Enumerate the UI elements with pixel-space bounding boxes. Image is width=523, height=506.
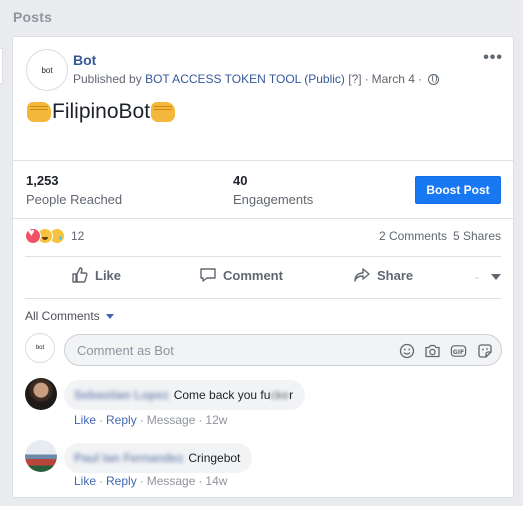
people-reached-label: People Reached bbox=[26, 192, 123, 207]
more-options-icon[interactable]: ••• bbox=[483, 49, 503, 67]
divider bbox=[13, 218, 513, 219]
help-link[interactable]: [?] bbox=[348, 72, 361, 86]
commenter-name[interactable]: Sebastian Lopez bbox=[74, 388, 169, 402]
comment-bubble: Paul Ian Fernandez Cringebot bbox=[64, 443, 253, 473]
share-arrow-icon bbox=[354, 268, 370, 282]
post-author[interactable]: Bot bbox=[73, 52, 96, 68]
avatar-label: bot bbox=[41, 65, 53, 75]
divider bbox=[25, 256, 501, 257]
comment-time[interactable]: 14w bbox=[205, 474, 227, 488]
gif-icon[interactable]: GIF bbox=[450, 342, 467, 359]
emoji-icon[interactable] bbox=[398, 342, 415, 359]
audience-selector[interactable]: - bbox=[475, 270, 501, 284]
comment-message-link[interactable]: Message bbox=[147, 474, 196, 488]
engagements-value: 40 bbox=[233, 173, 248, 188]
post-card: bot Bot Published by BOT ACCESS TOKEN TO… bbox=[12, 36, 514, 498]
comment-text: Cringebot bbox=[188, 451, 241, 465]
left-panel-edge bbox=[0, 48, 3, 84]
comment-reply-link[interactable]: Reply bbox=[106, 413, 137, 427]
people-reached-value: 1,253 bbox=[26, 173, 59, 188]
comment-button[interactable]: Comment bbox=[199, 266, 283, 284]
share-label: Share bbox=[377, 267, 414, 283]
published-prefix: Published by bbox=[73, 72, 142, 86]
love-reaction-icon bbox=[25, 227, 41, 244]
engagements-stat[interactable]: 40 Engagements bbox=[233, 173, 313, 207]
sticker-icon[interactable] bbox=[476, 342, 493, 359]
post-date[interactable]: March 4 bbox=[372, 72, 415, 86]
page-avatar[interactable]: bot bbox=[26, 49, 68, 91]
reactions-summary[interactable]: 12 bbox=[25, 227, 85, 244]
people-reached-stat[interactable]: 1,253 People Reached bbox=[26, 173, 122, 207]
thumbs-up-icon bbox=[72, 267, 88, 283]
post-meta: Published by BOT ACCESS TOKEN TOOL (Publ… bbox=[73, 72, 439, 86]
reaction-count: 12 bbox=[71, 229, 85, 243]
globe-icon bbox=[427, 73, 439, 85]
post-text-content: FilipinoBot bbox=[52, 100, 151, 123]
chevron-down-icon bbox=[105, 313, 114, 319]
fist-emoji-icon bbox=[151, 102, 176, 122]
engagement-counts: 2 Comments 5 Shares bbox=[379, 229, 501, 243]
like-label: Like bbox=[95, 267, 122, 283]
all-comments-filter[interactable]: All Comments bbox=[25, 309, 114, 323]
comment-bubble-icon bbox=[200, 268, 216, 282]
comment-time[interactable]: 12w bbox=[205, 413, 227, 427]
svg-text:GIF: GIF bbox=[453, 348, 465, 355]
commenter-name[interactable]: Paul Ian Fernandez bbox=[74, 451, 183, 465]
comment-actions: Like · Reply · Message · 14w bbox=[74, 474, 228, 488]
shares-count-link[interactable]: 5 Shares bbox=[453, 229, 501, 243]
section-title: Posts bbox=[13, 9, 53, 25]
publisher-link[interactable]: BOT ACCESS TOKEN TOOL (Public) bbox=[145, 72, 345, 86]
comment-composer[interactable]: GIF bbox=[64, 334, 502, 366]
comment-message-link[interactable]: Message bbox=[147, 413, 196, 427]
comment-actions: Like · Reply · Message · 12w bbox=[74, 413, 228, 427]
comment-text: Come back you fucker bbox=[173, 388, 294, 402]
camera-icon[interactable] bbox=[424, 342, 441, 359]
commenter-photo[interactable] bbox=[25, 378, 57, 410]
divider bbox=[13, 160, 513, 161]
commenter-photo[interactable] bbox=[25, 440, 57, 472]
commenter-avatar: bot bbox=[25, 333, 55, 363]
comment-like-link[interactable]: Like bbox=[74, 413, 96, 427]
post-text: FilipinoBot bbox=[26, 100, 176, 124]
comment-label: Comment bbox=[223, 267, 283, 283]
all-comments-label: All Comments bbox=[25, 309, 100, 323]
avatar-label: bot bbox=[35, 345, 45, 351]
audience-dash: - bbox=[475, 270, 479, 284]
like-button[interactable]: Like bbox=[71, 266, 121, 284]
comment-input[interactable] bbox=[77, 343, 377, 358]
comment-bubble: Sebastian Lopez Come back you fucker bbox=[64, 380, 306, 410]
engagements-label: Engagements bbox=[233, 192, 314, 207]
chevron-down-icon bbox=[491, 274, 501, 280]
fist-emoji-icon bbox=[27, 102, 51, 122]
comment-like-link[interactable]: Like bbox=[74, 474, 96, 488]
share-button[interactable]: Share bbox=[353, 266, 413, 284]
comments-count-link[interactable]: 2 Comments bbox=[379, 229, 447, 243]
boost-post-button[interactable]: Boost Post bbox=[415, 176, 501, 204]
comment-reply-link[interactable]: Reply bbox=[106, 474, 137, 488]
divider bbox=[25, 298, 501, 299]
